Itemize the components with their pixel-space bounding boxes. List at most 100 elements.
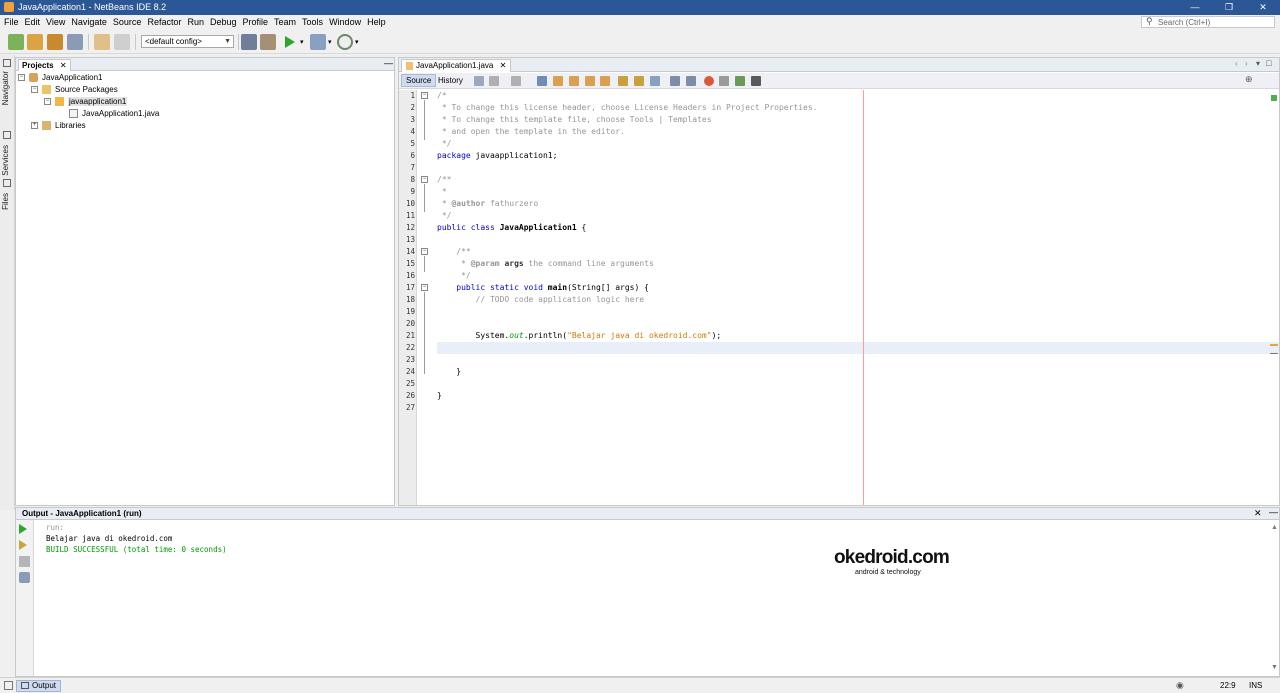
close-icon[interactable]: ✕ — [1254, 508, 1262, 519]
panel-toggle-icon[interactable] — [4, 681, 13, 690]
tree-java-file-label: JavaApplication1.java — [82, 109, 160, 118]
menu-profile[interactable]: Profile — [240, 15, 272, 30]
collapse-icon[interactable]: − — [44, 98, 51, 106]
find-icon[interactable] — [537, 76, 547, 86]
menu-edit[interactable]: Edit — [22, 15, 44, 30]
maximize-editor-icon[interactable]: □ — [1266, 58, 1271, 68]
menu-view[interactable]: View — [43, 15, 68, 30]
minimize-panel-icon[interactable]: — — [384, 58, 393, 68]
rerun-icon[interactable] — [19, 524, 27, 534]
rerun-with-params-icon[interactable] — [19, 540, 27, 550]
side-tab-files[interactable]: Files — [1, 193, 10, 210]
last-edit-icon[interactable] — [474, 76, 484, 86]
side-tab-services[interactable]: Services — [1, 145, 10, 176]
menu-tools[interactable]: Tools — [299, 15, 326, 30]
stop-macro-icon[interactable] — [719, 76, 729, 86]
shift-right-icon[interactable] — [686, 76, 696, 86]
tree-source-packages[interactable]: − Source Packages — [31, 84, 118, 96]
menu-refactor[interactable]: Refactor — [144, 15, 184, 30]
run-project-icon[interactable] — [285, 36, 295, 48]
minimize-panel-icon[interactable]: — — [1269, 507, 1278, 517]
code-editor[interactable]: − − − − /* * To change this license head… — [417, 90, 1279, 505]
debug-dropdown-icon[interactable]: ▾ — [328, 38, 332, 46]
tab-java-file[interactable]: JavaApplication1.java ✕ — [401, 59, 512, 72]
fold-collapse-icon[interactable]: − — [421, 248, 428, 255]
scroll-up-icon[interactable]: ▲ — [1271, 524, 1278, 531]
clean-build-icon[interactable] — [260, 34, 276, 50]
fold-collapse-icon[interactable]: − — [421, 176, 428, 183]
previous-bookmark-icon[interactable] — [618, 76, 628, 86]
tree-libraries[interactable]: + Libraries — [31, 120, 86, 132]
code-keyword: public static void — [437, 283, 543, 292]
tree-java-file[interactable]: JavaApplication1.java — [69, 108, 159, 120]
line-number: 9 — [410, 187, 415, 196]
menu-team[interactable]: Team — [271, 15, 299, 30]
debug-project-icon[interactable] — [310, 34, 326, 50]
config-select[interactable]: <default config> ▼ — [141, 35, 234, 48]
next-bookmark-icon[interactable] — [634, 76, 644, 86]
find-previous-icon[interactable] — [553, 76, 563, 86]
scroll-tabs-right-icon[interactable]: › — [1245, 59, 1248, 68]
toggle-bookmark-icon[interactable] — [650, 76, 660, 86]
find-next-icon[interactable] — [569, 76, 579, 86]
menu-debug[interactable]: Debug — [207, 15, 240, 30]
split-editor-icon[interactable]: ⊕ — [1245, 74, 1253, 85]
start-macro-icon[interactable] — [704, 76, 714, 86]
shift-left-icon[interactable] — [670, 76, 680, 86]
close-window-button[interactable]: ✕ — [1246, 0, 1280, 15]
no-errors-indicator — [1271, 95, 1277, 101]
notifications-icon[interactable]: ◉ — [1176, 680, 1184, 691]
close-icon[interactable]: ✕ — [500, 61, 507, 70]
uncomment-icon[interactable] — [751, 76, 761, 86]
menu-file[interactable]: File — [1, 15, 22, 30]
collapse-icon[interactable]: − — [18, 74, 25, 82]
libraries-icon — [42, 121, 51, 131]
toolbar-separator — [135, 34, 136, 50]
new-file-icon[interactable] — [8, 34, 24, 50]
menu-source[interactable]: Source — [110, 15, 145, 30]
stop-icon[interactable] — [19, 556, 30, 567]
code-line: package javaapplication1; — [437, 150, 557, 162]
comment-icon[interactable] — [735, 76, 745, 86]
menu-navigate[interactable]: Navigate — [68, 15, 110, 30]
tree-project[interactable]: − JavaApplication1 — [18, 72, 102, 84]
tab-list-icon[interactable]: ▾ — [1256, 59, 1260, 68]
tree-package[interactable]: − javaapplication1 — [44, 96, 128, 108]
line-number: 8 — [410, 175, 415, 184]
collapse-icon[interactable]: − — [31, 86, 38, 94]
profile-dropdown-icon[interactable]: ▾ — [355, 38, 359, 46]
menu-help[interactable]: Help — [364, 15, 389, 30]
scroll-down-icon[interactable]: ▼ — [1271, 664, 1278, 671]
minimize-button[interactable]: — — [1178, 0, 1212, 15]
undo-icon[interactable] — [94, 34, 110, 50]
menu-run[interactable]: Run — [184, 15, 207, 30]
back-icon[interactable] — [489, 76, 499, 86]
expand-icon[interactable]: + — [31, 122, 38, 130]
find-selection-icon[interactable] — [585, 76, 595, 86]
fold-collapse-icon[interactable]: − — [421, 92, 428, 99]
search-input[interactable]: ⚲ Search (Ctrl+I) — [1141, 16, 1275, 28]
new-project-icon[interactable] — [27, 34, 43, 50]
maximize-button[interactable]: ❐ — [1212, 0, 1246, 15]
open-project-icon[interactable] — [47, 34, 63, 50]
forward-icon[interactable] — [511, 76, 521, 86]
toggle-highlight-icon[interactable] — [600, 76, 610, 86]
profile-project-icon[interactable] — [337, 34, 353, 50]
run-dropdown-icon[interactable]: ▾ — [300, 38, 304, 46]
close-icon[interactable]: ✕ — [60, 61, 67, 70]
history-button[interactable]: History — [433, 74, 468, 87]
menu-window[interactable]: Window — [326, 15, 364, 30]
side-tab-navigator[interactable]: Navigator — [1, 71, 10, 105]
redo-icon[interactable] — [114, 34, 130, 50]
search-placeholder: Search (Ctrl+I) — [1158, 18, 1211, 27]
save-all-icon[interactable] — [67, 34, 83, 50]
source-button[interactable]: Source — [401, 74, 437, 87]
scroll-tabs-left-icon[interactable]: ‹ — [1235, 59, 1238, 68]
build-hammer-icon[interactable] — [241, 34, 257, 50]
settings-icon[interactable] — [19, 572, 30, 583]
editor-toolbar: Source History ⊕ — [399, 73, 1279, 89]
tab-projects[interactable]: Projects ✕ — [18, 59, 71, 71]
output-window-tab[interactable]: Output — [16, 680, 62, 692]
output-tab-label: Output — [32, 681, 57, 690]
fold-collapse-icon[interactable]: − — [421, 284, 428, 291]
